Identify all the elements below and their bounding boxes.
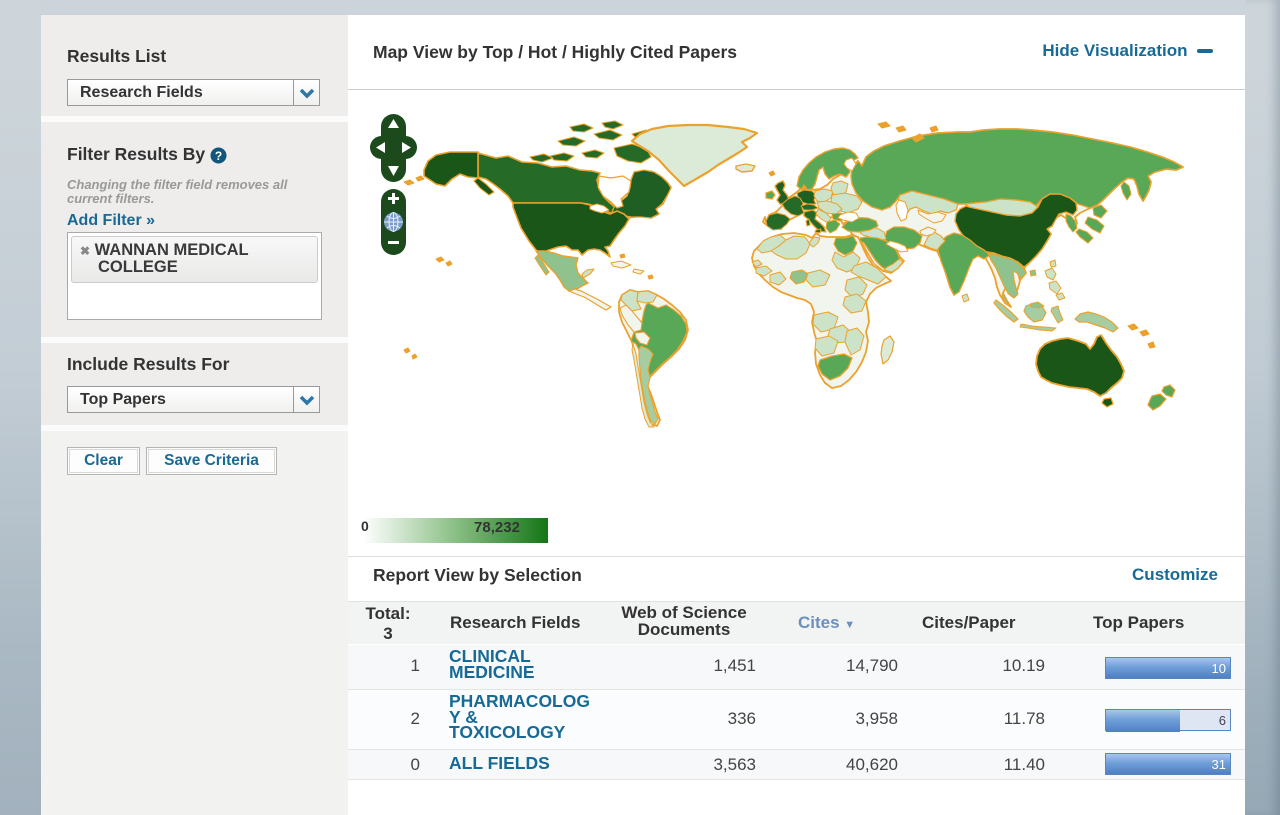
svg-text:78,232: 78,232 bbox=[474, 519, 520, 536]
svg-text:0: 0 bbox=[361, 518, 369, 534]
svg-text:?: ? bbox=[215, 149, 222, 163]
